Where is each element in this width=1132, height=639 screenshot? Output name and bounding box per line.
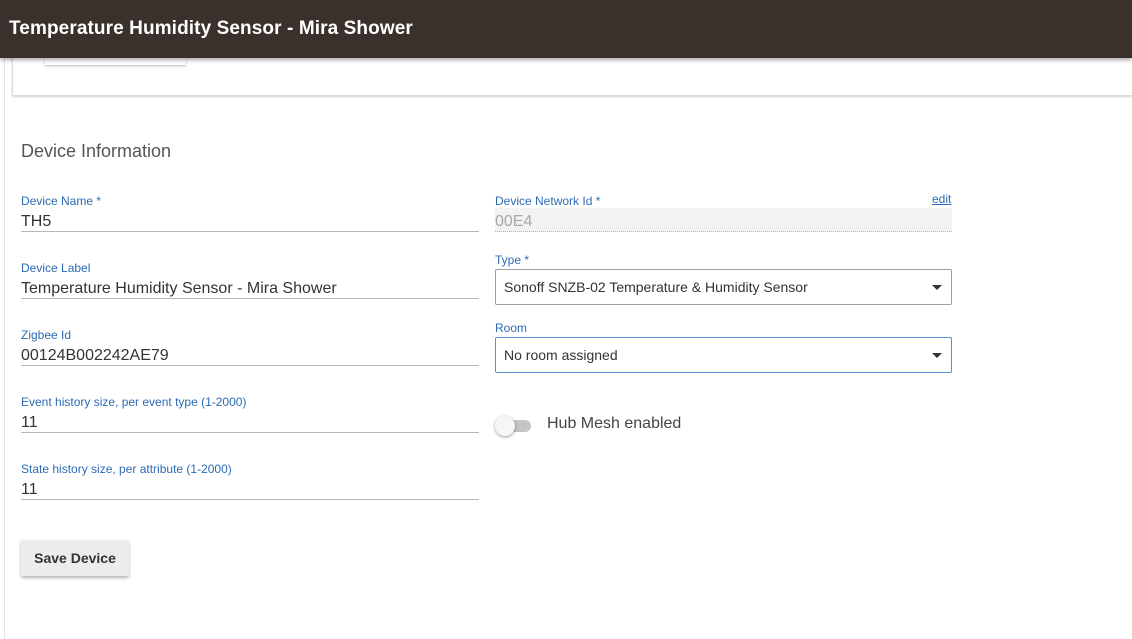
type-label: Type * bbox=[495, 253, 530, 267]
room-select[interactable]: No room assigned bbox=[495, 337, 952, 373]
type-field: Type * bbox=[495, 253, 952, 267]
room-field: Room bbox=[495, 321, 952, 335]
device-name-label: Device Name * bbox=[21, 194, 102, 208]
zigbee-id-field: Zigbee Id 00124B002242AE79 bbox=[21, 328, 479, 366]
room-label: Room bbox=[495, 321, 528, 335]
device-label-field: Device Label Temperature Humidity Sensor… bbox=[21, 261, 479, 299]
device-name-field: Device Name * TH5 bbox=[21, 194, 479, 232]
app-bar: Temperature Humidity Sensor - Mira Showe… bbox=[0, 0, 1132, 58]
state-history-field: State history size, per attribute (1-200… bbox=[21, 462, 479, 500]
zigbee-id-label: Zigbee Id bbox=[21, 328, 72, 342]
section-title: Device Information bbox=[21, 141, 172, 161]
page-title: Temperature Humidity Sensor - Mira Showe… bbox=[9, 18, 413, 39]
network-id-edit-link[interactable]: edit bbox=[932, 192, 951, 206]
chevron-down-icon bbox=[932, 285, 942, 290]
room-select-value: No room assigned bbox=[504, 347, 618, 363]
zigbee-id-input[interactable]: 00124B002242AE79 bbox=[21, 342, 479, 366]
page-left-border bbox=[4, 58, 5, 639]
chevron-down-icon bbox=[932, 353, 942, 358]
network-id-field: Device Network Id * 00E4 bbox=[495, 194, 952, 232]
event-history-field: Event history size, per event type (1-20… bbox=[21, 395, 479, 433]
type-select-value: Sonoff SNZB-02 Temperature & Humidity Se… bbox=[504, 279, 808, 295]
event-history-label: Event history size, per event type (1-20… bbox=[21, 395, 247, 409]
device-label-label: Device Label bbox=[21, 261, 91, 275]
network-id-input: 00E4 bbox=[495, 208, 952, 232]
state-history-input[interactable]: 11 bbox=[21, 476, 479, 500]
type-select[interactable]: Sonoff SNZB-02 Temperature & Humidity Se… bbox=[495, 269, 952, 305]
toggle-knob bbox=[495, 416, 515, 436]
save-device-button[interactable]: Save Device bbox=[21, 540, 129, 576]
event-history-input[interactable]: 11 bbox=[21, 409, 479, 433]
state-history-label: State history size, per attribute (1-200… bbox=[21, 462, 232, 476]
hub-mesh-toggle[interactable] bbox=[495, 416, 535, 436]
device-name-input[interactable]: TH5 bbox=[21, 208, 479, 232]
hub-mesh-label: Hub Mesh enabled bbox=[547, 415, 682, 432]
network-id-label: Device Network Id * bbox=[495, 194, 601, 208]
device-label-input[interactable]: Temperature Humidity Sensor - Mira Showe… bbox=[21, 275, 479, 299]
